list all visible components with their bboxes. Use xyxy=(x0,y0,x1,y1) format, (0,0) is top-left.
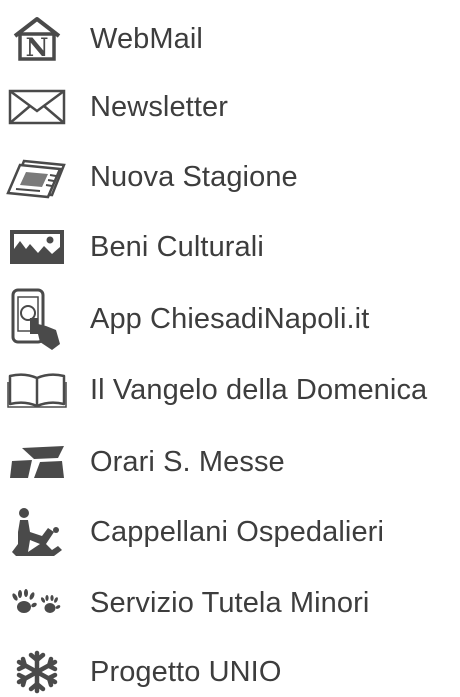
menu-item-label: Progetto UNIO xyxy=(90,656,282,688)
envelope-icon xyxy=(4,82,70,132)
menu-item-label: App ChiesadiNapoli.it xyxy=(90,303,370,335)
menu-item-tutela-minori[interactable]: Servizio Tutela Minori xyxy=(0,578,460,628)
menu-item-label: Beni Culturali xyxy=(90,231,264,263)
menu-item-webmail[interactable]: N WebMail xyxy=(0,14,460,64)
menu-item-label: Nuova Stagione xyxy=(90,161,298,193)
snowflake-icon xyxy=(4,647,70,697)
hand-prints-icon xyxy=(4,578,70,628)
menu-item-label: WebMail xyxy=(90,23,203,55)
menu-item-cappellani-ospedalieri[interactable]: Cappellani Ospedalieri xyxy=(0,507,460,557)
clock-cross-icon xyxy=(4,437,70,487)
smartphone-touch-icon xyxy=(4,288,70,350)
landscape-picture-icon xyxy=(4,222,70,272)
links-menu: N WebMail Newsletter Nuova Stagione Beni… xyxy=(0,0,460,695)
menu-item-label: Orari S. Messe xyxy=(90,446,285,478)
kneeling-figure-icon xyxy=(4,507,70,557)
menu-item-app-chiesadinapoli[interactable]: App ChiesadiNapoli.it xyxy=(0,288,460,350)
menu-item-vangelo-domenica[interactable]: Il Vangelo della Domenica xyxy=(0,365,460,415)
menu-item-label: Cappellani Ospedalieri xyxy=(90,516,384,548)
menu-item-beni-culturali[interactable]: Beni Culturali xyxy=(0,222,460,272)
menu-item-label: Servizio Tutela Minori xyxy=(90,587,370,619)
open-book-icon xyxy=(4,365,70,415)
menu-item-orari-messe[interactable]: Orari S. Messe xyxy=(0,437,460,487)
menu-item-progetto-unio[interactable]: Progetto UNIO xyxy=(0,647,460,697)
svg-text:N: N xyxy=(26,33,49,62)
menu-item-label: Newsletter xyxy=(90,91,228,123)
newspaper-icon xyxy=(4,152,70,202)
menu-item-newsletter[interactable]: Newsletter xyxy=(0,82,460,132)
house-n-icon: N xyxy=(4,14,70,64)
menu-item-label: Il Vangelo della Domenica xyxy=(90,374,428,406)
menu-item-nuova-stagione[interactable]: Nuova Stagione xyxy=(0,152,460,202)
